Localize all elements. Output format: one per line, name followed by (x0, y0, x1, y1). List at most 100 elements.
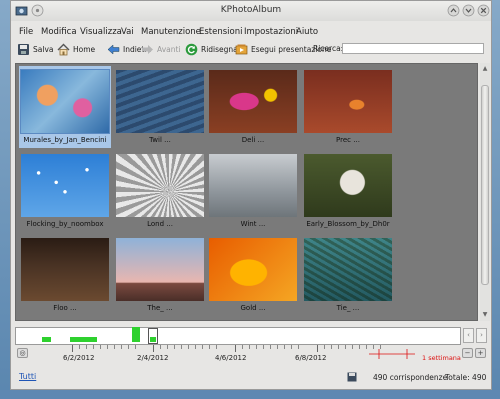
thumbnail-caption: Prec ... (336, 136, 360, 144)
thumbnail-item[interactable]: The_ ... (114, 234, 206, 316)
thumbnail-image[interactable] (304, 238, 392, 301)
match-count: 490 corrispondenze (373, 373, 448, 382)
zoom-in-icon[interactable]: + (475, 348, 486, 358)
thumbnail-caption: Floo ... (53, 304, 77, 312)
date-timeline[interactable] (15, 327, 461, 345)
total-count: Totale: 490 (445, 373, 487, 382)
menu-file[interactable]: File (19, 27, 33, 37)
ruler-tick (93, 345, 94, 349)
thumbnail-image[interactable] (209, 238, 297, 301)
home-icon (57, 43, 70, 55)
thumbnail-image[interactable] (116, 70, 204, 133)
ruler-tick (153, 345, 154, 352)
ruler-tick (107, 345, 108, 349)
timeline-date-label: 4/6/2012 (215, 354, 247, 362)
ruler-tick (324, 345, 325, 349)
scroll-up-icon[interactable]: ▲ (481, 65, 489, 72)
ruler-tick (270, 345, 271, 349)
save-button[interactable]: Salva (17, 41, 53, 57)
app-window: KPhotoAlbum File Modifica Visualizza Vai… (10, 0, 492, 390)
thumbnail-image[interactable] (21, 238, 109, 301)
thumbnail-image[interactable] (116, 154, 204, 217)
timeline-prev-button[interactable]: ‹ (463, 328, 474, 343)
search-input[interactable] (342, 43, 484, 54)
menu-visualizza[interactable]: Visualizza (80, 27, 122, 37)
menu-manutenzione[interactable]: Manutenzione (141, 27, 201, 37)
thumbnail-item[interactable]: Flocking_by_noombox (19, 150, 111, 232)
thumbnail-image[interactable] (21, 154, 109, 217)
ruler-tick (100, 345, 101, 349)
ruler-tick (338, 345, 339, 349)
ruler-tick (345, 345, 346, 349)
redraw-button[interactable]: Ridisegna (185, 41, 238, 57)
thumbnail-item[interactable]: Tie_ ... (302, 234, 394, 316)
ruler-tick (86, 345, 87, 349)
thumbnail-image[interactable] (304, 154, 392, 217)
ruler-tick (181, 345, 182, 349)
thumbnail-caption: Tie_ ... (336, 304, 360, 312)
desktop-background-right (492, 0, 500, 399)
ruler-tick (135, 345, 136, 349)
forward-label: Avanti (157, 44, 181, 54)
forward-arrow-icon (142, 44, 153, 54)
all-images-link[interactable]: Tutti (19, 372, 36, 381)
save-label: Salva (33, 44, 54, 54)
forward-button[interactable]: Avanti (141, 41, 181, 57)
thumbnail-caption: Wint ... (240, 220, 266, 228)
timeline-zoom-icon[interactable]: ◎ (17, 348, 28, 358)
thumbnail-item[interactable]: Lond ... (114, 150, 206, 232)
timeline-bar (150, 337, 156, 342)
thumbnail-caption: Twil ... (149, 136, 171, 144)
maximize-icon[interactable] (462, 4, 475, 17)
save-status-icon (347, 372, 357, 382)
ruler-tick (160, 345, 161, 349)
vertical-scrollbar[interactable]: ▲ ▼ (480, 63, 490, 321)
menu-estensioni[interactable]: Estensioni (199, 27, 243, 37)
ruler-tick (242, 345, 243, 349)
menu-vai[interactable]: Vai (121, 27, 134, 37)
ruler-tick (188, 345, 189, 349)
minimize-icon[interactable] (447, 4, 460, 17)
thumbnail-image[interactable] (304, 70, 392, 133)
thumbnail-item[interactable]: Murales_by_Jan_Bencini (19, 66, 111, 148)
thumbnail-view[interactable]: Murales_by_Jan_Bencini Twil ... Deli ...… (15, 63, 478, 321)
thumbnail-item[interactable]: Prec ... (302, 66, 394, 148)
thumbnail-item[interactable]: Twil ... (114, 66, 206, 148)
ruler-tick (263, 345, 264, 349)
timeline-bar (88, 337, 97, 342)
redraw-label: Ridisegna (201, 44, 238, 54)
ruler-tick (121, 345, 122, 349)
ruler-tick (256, 345, 257, 349)
taskbar (0, 390, 500, 399)
window-title: KPhotoAlbum (220, 5, 282, 15)
thumbnail-image[interactable] (209, 70, 297, 133)
ruler-tick (174, 345, 175, 349)
timeline-unit-label: 1 settimana (422, 354, 461, 362)
thumbnail-item[interactable]: Early_Blossom_by_Dh0r (302, 150, 394, 232)
scroll-down-icon[interactable]: ▼ (481, 311, 489, 318)
ruler-tick (79, 345, 80, 349)
thumbnail-item[interactable]: Floo ... (19, 234, 111, 316)
ruler-tick (331, 345, 332, 349)
menu-modifica[interactable]: Modifica (41, 27, 77, 37)
ruler-tick (352, 345, 353, 349)
ruler-tick (291, 345, 292, 349)
ruler-tick (202, 345, 203, 349)
search-label: Ricerca: (313, 44, 344, 53)
zoom-out-icon[interactable]: − (462, 348, 473, 358)
home-button[interactable]: Home (57, 41, 95, 57)
thumbnail-caption: Lond ... (147, 220, 173, 228)
thumbnail-item[interactable]: Gold ... (207, 234, 299, 316)
thumbnail-item[interactable]: Deli ... (207, 66, 299, 148)
menu-impostazioni[interactable]: Impostazioni (244, 27, 298, 37)
timeline-next-button[interactable]: › (476, 328, 487, 343)
close-icon[interactable] (477, 4, 490, 17)
ruler-tick (209, 345, 210, 349)
thumbnail-image[interactable] (21, 70, 109, 133)
thumbnail-image[interactable] (209, 154, 297, 217)
scrollbar-thumb[interactable] (481, 85, 489, 285)
thumbnail-item[interactable]: Wint ... (207, 150, 299, 232)
menu-aiuto[interactable]: Aiuto (296, 27, 318, 37)
thumbnail-image[interactable] (116, 238, 204, 301)
ruler-tick (128, 345, 129, 349)
